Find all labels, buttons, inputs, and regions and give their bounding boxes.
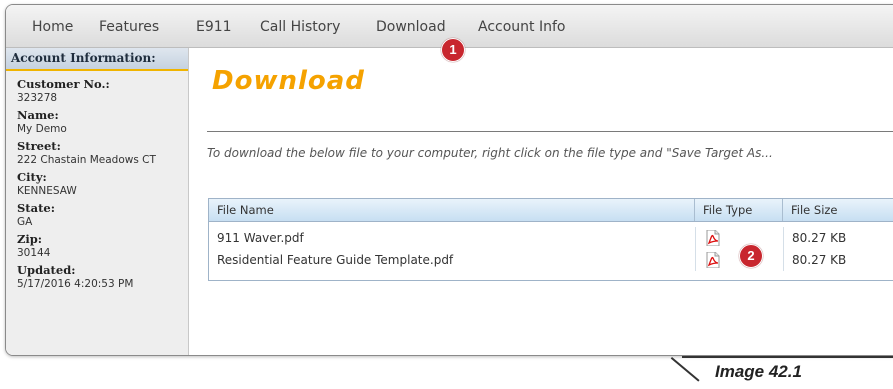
name-label: Name: [17,108,59,122]
street-label: Street: [17,139,61,153]
nav-e911[interactable]: E911 [196,19,232,35]
file-name-cell: 911 Waver.pdf [217,231,304,245]
name-value: My Demo [17,123,67,135]
file-table: File Name File Type File Size 911 Waver.… [208,198,893,281]
file-type-cell [695,227,783,249]
zip-label: Zip: [17,232,43,246]
main-content: Download To download the below file to y… [190,48,893,355]
table-header: File Name File Type File Size [209,199,893,222]
file-size-cell: 80.27 KB [783,227,893,249]
account-sidebar: Account Information: Customer No.: 32327… [6,48,189,355]
header-file-size[interactable]: File Size [783,199,893,221]
zip-value: 30144 [17,247,51,259]
nav-download[interactable]: Download [376,19,446,35]
city-label: City: [17,170,47,184]
page-title: Download [212,66,365,96]
updated-value: 5/17/2016 4:20:53 PM [17,278,134,290]
file-name-cell: Residential Feature Guide Template.pdf [217,253,454,267]
street-value: 222 Chastain Meadows CT [17,154,156,166]
browser-frame: Home Features E911 Call History Download… [5,4,893,356]
pdf-icon[interactable] [706,252,720,268]
nav-features[interactable]: Features [99,19,159,35]
callout-badge-2: 2 [739,244,763,268]
caption-rule [682,356,893,358]
table-row: Residential Feature Guide Template.pdf 8… [209,249,893,271]
image-caption: Image 42.1 [715,362,802,381]
updated-label: Updated: [17,263,76,277]
sidebar-header: Account Information: [6,48,188,71]
city-value: KENNESAW [17,185,77,197]
callout-badge-1: 1 [441,38,465,62]
header-file-name[interactable]: File Name [209,199,695,221]
nav-call-history[interactable]: Call History [260,19,340,35]
download-instructions: To download the below file to your compu… [207,146,773,160]
pdf-icon[interactable] [706,230,720,246]
state-label: State: [17,201,55,215]
state-value: GA [17,216,33,228]
header-file-type[interactable]: File Type [695,199,783,221]
caption-diagonal [670,357,700,382]
nav-account-info[interactable]: Account Info [478,19,565,35]
title-divider [207,131,893,132]
customer-no-label: Customer No.: [17,77,110,91]
nav-home[interactable]: Home [32,19,73,35]
file-size-cell: 80.27 KB [783,249,893,271]
customer-no-value: 323278 [17,92,58,104]
table-row: 911 Waver.pdf 80.27 KB [209,227,893,249]
